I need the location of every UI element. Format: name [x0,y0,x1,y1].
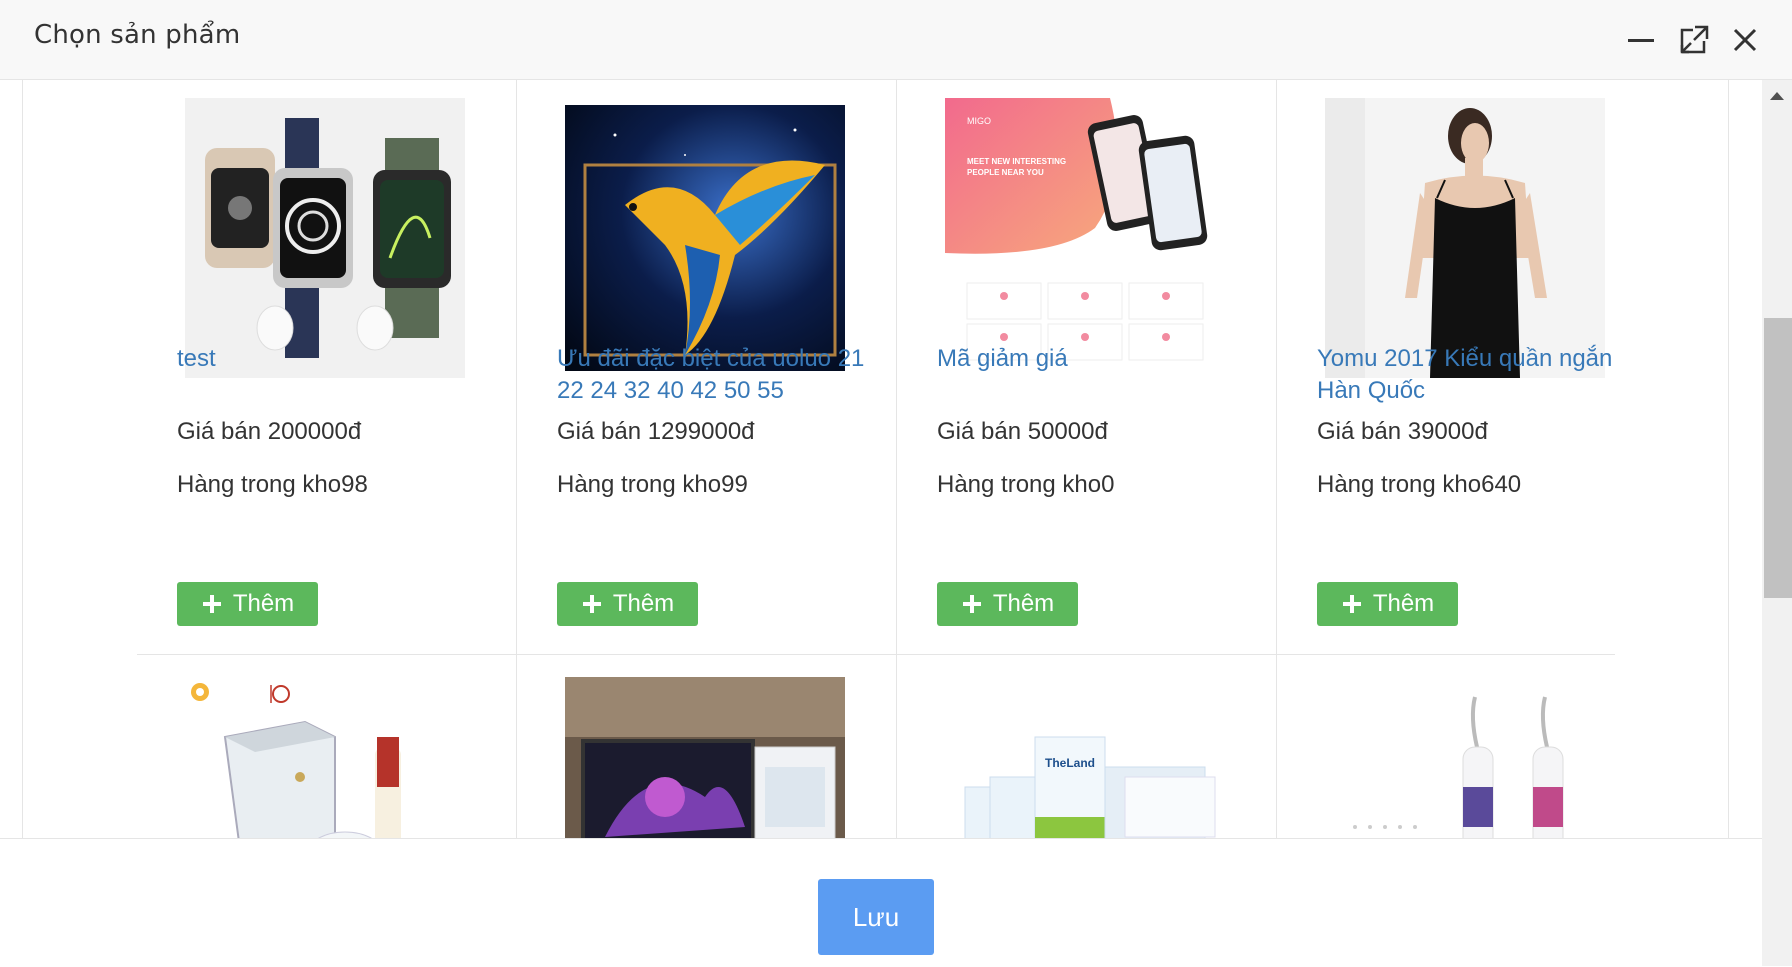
product-price: Giá bán 50000đ [937,418,1108,445]
product-name-link[interactable]: Yomu 2017 Kiểu quần ngắn Hàn Quốc [1317,343,1637,407]
product-grid-scroll-area[interactable]: test Giá bán 200000đ Hàng trong kho98 Th… [0,80,1762,838]
product-name-link[interactable]: Mã giảm giá [937,343,1257,375]
add-button-label: Thêm [1372,590,1435,617]
migo-headline-1: MEET NEW INTERESTING [967,157,1066,166]
select-product-dialog: Chọn sản phẩm test Giá bán 200000đ Hàng … [0,0,1792,967]
product-price: Giá bán 200000đ [177,418,362,445]
product-image: TheLand [945,677,1225,838]
product-image [1325,98,1605,378]
plus-icon [582,595,601,613]
product-image [1325,677,1605,838]
column-divider [896,80,897,838]
product-price: Giá bán 39000đ [1317,418,1488,445]
vertical-scrollbar[interactable] [1762,80,1792,966]
add-button-label: Thêm [232,590,295,617]
maximize-icon[interactable] [1676,22,1712,58]
column-divider [1276,80,1277,838]
product-image [185,98,465,378]
column-divider [516,80,517,838]
scrollbar-thumb[interactable] [1764,318,1792,598]
product-image: MIGO MEET NEW INTERESTING PEOPLE NEAR YO… [945,98,1225,378]
scroll-up-arrow-icon[interactable] [1762,80,1792,110]
product-name-link[interactable]: Ưu đãi đặc biệt của uoluo 21 22 24 32 40… [557,343,877,407]
product-stock: Hàng trong kho99 [557,471,748,498]
row-divider [137,654,1615,655]
plus-icon [962,595,981,613]
plus-icon [1342,595,1361,613]
product-image [565,677,845,838]
product-image [565,105,845,371]
product-stock: Hàng trong kho98 [177,471,368,498]
minimize-icon[interactable] [1623,22,1659,58]
product-price: Giá bán 1299000đ [557,418,755,445]
add-product-button[interactable]: Thêm [177,582,318,626]
product-stock: Hàng trong kho640 [1317,471,1522,498]
theland-brand-text: TheLand [1045,756,1095,770]
dialog-header: Chọn sản phẩm [0,0,1792,80]
product-image [185,677,465,838]
product-stock: Hàng trong kho0 [937,471,1115,498]
dialog-title: Chọn sản phẩm [34,20,241,50]
add-button-label: Thêm [612,590,675,617]
right-border [1728,80,1729,838]
close-icon[interactable] [1727,22,1763,58]
add-product-button[interactable]: Thêm [557,582,698,626]
product-name-link[interactable]: test [177,343,497,375]
add-product-button[interactable]: Thêm [937,582,1078,626]
save-button[interactable]: Lưu [818,879,934,955]
add-product-button[interactable]: Thêm [1317,582,1458,626]
plus-icon [202,595,221,613]
dialog-footer: Lưu [0,838,1762,967]
migo-brand-text: MIGO [967,116,991,126]
migo-headline-2: PEOPLE NEAR YOU [967,168,1044,177]
left-border [22,80,23,838]
add-button-label: Thêm [992,590,1055,617]
